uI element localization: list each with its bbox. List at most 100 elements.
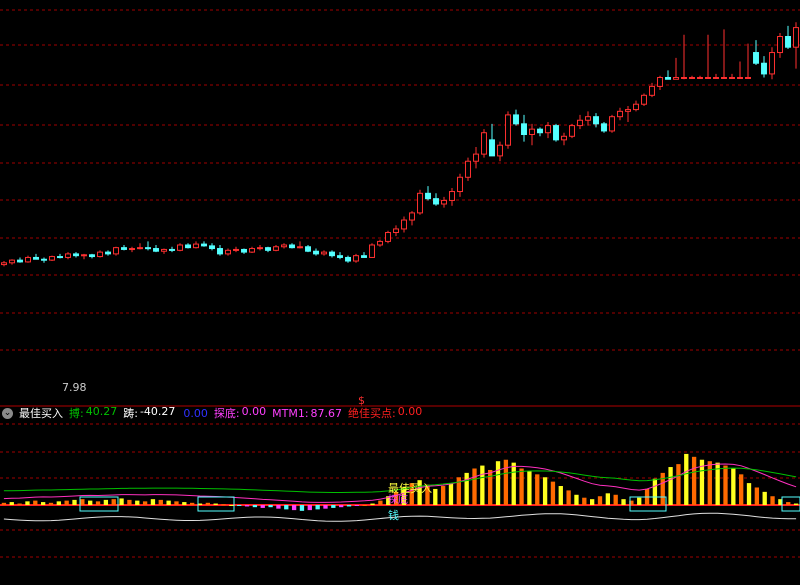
indicator-bar — [284, 505, 289, 510]
indicator-bar — [684, 453, 689, 505]
candle — [713, 73, 719, 79]
indicator-bar — [33, 500, 38, 505]
candle-body — [185, 244, 191, 249]
candle — [25, 255, 31, 263]
candle — [273, 244, 279, 252]
legend-item-5: MTM1: 87.67 — [272, 406, 343, 420]
indicator-bar — [237, 505, 242, 506]
indicator-bar — [135, 500, 140, 505]
indicator-bar — [519, 468, 524, 505]
candle-body — [521, 123, 527, 136]
collapse-icon[interactable]: ⌄ — [2, 407, 13, 419]
candle — [385, 230, 391, 244]
candle-body — [449, 191, 455, 201]
candle-body — [465, 160, 471, 178]
candle-body — [441, 199, 447, 205]
indicator-bar — [346, 505, 352, 507]
candle — [257, 244, 263, 251]
indicator-bar — [566, 490, 571, 505]
indicator-bar — [503, 459, 509, 505]
candle — [345, 255, 351, 263]
indicator-bar — [786, 502, 791, 505]
candle — [513, 109, 519, 126]
candle-body — [49, 256, 55, 261]
indicator-bar — [25, 501, 30, 505]
candle-body — [161, 248, 167, 252]
candle — [697, 75, 703, 79]
candle — [777, 32, 783, 58]
indicator-bar — [582, 497, 587, 505]
candle — [673, 57, 679, 80]
candle — [609, 114, 615, 133]
candle-body — [145, 247, 151, 250]
candlestick-series — [1, 22, 799, 267]
indicator-bar — [464, 472, 469, 505]
label-qian: 钱 — [388, 508, 399, 522]
candle-body — [457, 176, 463, 193]
candle — [177, 243, 183, 252]
indicator-bar — [260, 505, 265, 508]
indicator-bar — [48, 502, 54, 505]
indicator-bar — [440, 486, 446, 505]
candle — [65, 252, 71, 260]
indicator-bar — [244, 505, 250, 507]
candle-body — [753, 52, 759, 64]
candle — [49, 255, 55, 262]
indicator-bar — [731, 468, 736, 505]
indicator-bar — [182, 502, 187, 505]
indicator-bar — [150, 499, 156, 505]
chou-line — [3, 512, 797, 522]
candle — [769, 47, 775, 80]
candle — [153, 244, 159, 253]
legend-item-1: 搏: 40.27 — [69, 405, 118, 420]
candle-body — [265, 247, 271, 251]
candle — [441, 196, 447, 208]
candle — [545, 122, 551, 139]
candle — [409, 211, 415, 226]
candle — [249, 246, 255, 253]
candle-body — [313, 250, 319, 255]
candle — [577, 114, 583, 130]
candle — [377, 239, 383, 247]
indicator-bar — [590, 499, 595, 505]
candle — [401, 216, 407, 233]
candle — [73, 252, 79, 258]
indicator-bar — [315, 505, 320, 510]
indicator-bar — [558, 486, 563, 505]
candle — [705, 34, 711, 79]
candle-body — [249, 248, 255, 253]
candle-body — [361, 255, 367, 258]
candle-body — [673, 76, 679, 80]
indicator-bar — [174, 501, 179, 505]
indicator-bar — [448, 483, 454, 505]
candle-body — [585, 116, 591, 121]
candle — [761, 56, 767, 78]
indicator-bar — [103, 499, 109, 505]
stock-chart: 7.98 $ 最佳买入探底钱 — [0, 9, 800, 558]
candle — [89, 253, 95, 259]
candle-body — [657, 76, 663, 87]
candle-body — [65, 253, 71, 258]
indicator-bar — [691, 456, 697, 505]
candle-body — [553, 125, 559, 141]
candle — [1, 261, 7, 267]
indicator-bar — [331, 505, 336, 508]
candle-body — [625, 109, 631, 112]
candle-body — [545, 125, 551, 134]
candle — [113, 246, 119, 256]
candle-body — [777, 36, 783, 54]
indicator-bar — [542, 477, 548, 505]
candle-body — [89, 254, 95, 258]
candle-body — [793, 27, 799, 48]
candle-body — [473, 153, 479, 162]
indicator-bar — [9, 502, 14, 505]
indicator-bar — [221, 504, 226, 506]
candle-body — [729, 76, 735, 79]
indicator-bar — [40, 502, 46, 505]
indicator-bar — [276, 505, 281, 509]
indicator-bar — [213, 503, 218, 505]
candle — [785, 25, 791, 49]
candle-body — [9, 259, 15, 264]
indicator-bar — [354, 505, 360, 506]
candle — [481, 129, 487, 158]
